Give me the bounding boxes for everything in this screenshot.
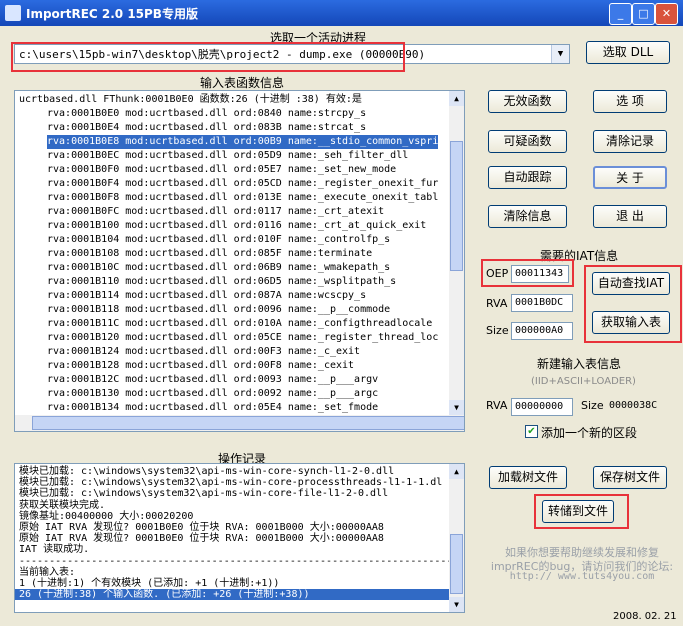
minimize-button[interactable]: _ — [609, 3, 632, 25]
tree-row[interactable]: rva:0001B114 mod:ucrtbased.dll ord:087A … — [47, 289, 366, 303]
imports-tree[interactable]: ucrtbased.dll FThunk:0001B0E0 函数数:26 (十进… — [14, 90, 465, 432]
close-button[interactable]: ✕ — [655, 3, 678, 25]
log-line: 镜像基址:00400000 大小:00020200 — [19, 510, 194, 522]
tree-row[interactable]: rva:0001B134 mod:ucrtbased.dll ord:05E4 … — [47, 401, 378, 415]
iat-group-title: 需要的IAT信息 — [540, 249, 619, 263]
log-vertical-scrollbar[interactable]: ▲ ▼ — [449, 464, 464, 612]
exit-button[interactable]: 退 出 — [593, 205, 667, 228]
suspicious-funcs-button[interactable]: 可疑函数 — [488, 130, 567, 153]
new-size-value: 0000038C — [606, 398, 666, 416]
build-date: 2008. 02. 21 — [613, 611, 677, 622]
new-imports-group-title: 新建输入表信息 — [537, 357, 622, 371]
fix-dump-button[interactable]: 转储到文件 — [542, 500, 614, 523]
log-line: 获取关联模块完成. — [19, 499, 106, 511]
tree-row[interactable]: rva:0001B128 mod:ucrtbased.dll ord:00F8 … — [47, 359, 354, 373]
invalid-funcs-button[interactable]: 无效函数 — [488, 90, 567, 113]
oep-input[interactable]: 00011343 — [511, 265, 569, 283]
tree-row[interactable]: rva:0001B100 mod:ucrtbased.dll ord:0116 … — [47, 219, 426, 233]
importrec-window: ImportREC 2.0 15PB专用版 _ □ ✕ 选取一个活动进程 c:\… — [0, 0, 683, 626]
tree-horizontal-scrollbar[interactable] — [15, 415, 464, 431]
scroll-down-icon[interactable]: ▼ — [449, 597, 464, 612]
tree-row[interactable]: rva:0001B0FC mod:ucrtbased.dll ord:0117 … — [47, 205, 384, 219]
about-button[interactable]: 关 于 — [593, 166, 667, 189]
tree-row[interactable]: rva:0001B0F8 mod:ucrtbased.dll ord:013E … — [47, 191, 438, 205]
log-line: 模块已加载: c:\windows\system32\api-ms-win-co… — [19, 477, 443, 489]
get-imports-button[interactable]: 获取输入表 — [592, 311, 670, 334]
tree-row[interactable]: rva:0001B124 mod:ucrtbased.dll ord:00F3 … — [47, 345, 360, 359]
process-select-value: c:\users\15pb-win7\desktop\脱壳\project2 -… — [19, 48, 426, 61]
iat-size-input[interactable]: 000000A0 — [511, 322, 573, 340]
process-select[interactable]: c:\users\15pb-win7\desktop\脱壳\project2 -… — [14, 44, 570, 64]
pick-dll-button[interactable]: 选取 DLL — [586, 41, 670, 64]
log-line: IAT 读取成功. — [19, 544, 90, 556]
tree-row[interactable]: rva:0001B10C mod:ucrtbased.dll ord:06B9 … — [47, 261, 390, 275]
tree-row[interactable]: rva:0001B104 mod:ucrtbased.dll ord:010F … — [47, 233, 390, 247]
tree-row[interactable]: rva:0001B110 mod:ucrtbased.dll ord:06D5 … — [47, 275, 396, 289]
iat-size-label: Size — [486, 324, 509, 337]
log-line: 原始 IAT RVA 发现位? 0001B0E0 位于块 RVA: 0001B0… — [19, 533, 384, 545]
scroll-up-icon[interactable]: ▲ — [449, 464, 464, 479]
clear-log-button[interactable]: 清除记录 — [593, 130, 667, 153]
tree-row[interactable]: rva:0001B118 mod:ucrtbased.dll ord:0096 … — [47, 303, 390, 317]
tree-row[interactable]: rva:0001B108 mod:ucrtbased.dll ord:085F … — [47, 247, 372, 261]
tree-row[interactable]: rva:0001B0E8 mod:ucrtbased.dll ord:00B9 … — [47, 135, 439, 149]
log-line: ----------------------------------------… — [19, 555, 453, 567]
auto-trace-button[interactable]: 自动跟踪 — [488, 166, 567, 189]
log-line: 模块已加载: c:\windows\system32\api-ms-win-co… — [19, 488, 389, 500]
log-line: 1 (十进制:1) 个有效模块 (已添加: +1 (十进制:+1)) — [19, 578, 280, 589]
log-line: 当前输入表: — [19, 566, 76, 578]
tree-module-node[interactable]: ucrtbased.dll FThunk:0001B0E0 函数数:26 (十进… — [19, 93, 362, 107]
imports-group-title: 输入表函数信息 — [200, 76, 285, 90]
tree-vertical-scrollbar[interactable]: ▲ ▼ — [449, 91, 464, 415]
scroll-thumb[interactable] — [450, 534, 463, 594]
maximize-button[interactable]: □ — [632, 3, 655, 25]
tree-row[interactable]: rva:0001B0F0 mod:ucrtbased.dll ord:05E7 … — [47, 163, 396, 177]
new-size-label: Size — [581, 399, 604, 412]
tree-row[interactable]: rva:0001B0F4 mod:ucrtbased.dll ord:05CD … — [47, 177, 438, 191]
scroll-thumb[interactable] — [450, 141, 463, 271]
save-tree-button[interactable]: 保存树文件 — [593, 466, 667, 489]
scroll-up-icon[interactable]: ▲ — [449, 91, 464, 106]
tree-row[interactable]: rva:0001B0E4 mod:ucrtbased.dll ord:083B … — [47, 121, 366, 135]
clear-info-button[interactable]: 清除信息 — [488, 205, 567, 228]
options-button[interactable]: 选 项 — [593, 90, 667, 113]
chevron-down-icon[interactable]: ▼ — [551, 45, 569, 63]
tree-row[interactable]: rva:0001B0E0 mod:ucrtbased.dll ord:0840 … — [47, 107, 366, 121]
tree-row[interactable]: rva:0001B0EC mod:ucrtbased.dll ord:05D9 … — [47, 149, 408, 163]
scroll-down-icon[interactable]: ▼ — [449, 400, 464, 415]
hscroll-thumb[interactable] — [32, 416, 464, 430]
tree-row[interactable]: rva:0001B120 mod:ucrtbased.dll ord:05CE … — [47, 331, 438, 345]
title-bar[interactable]: ImportREC 2.0 15PB专用版 _ □ ✕ — [0, 0, 683, 26]
window-title: ImportREC 2.0 15PB专用版 — [26, 7, 198, 21]
add-section-checkbox[interactable]: ✔ — [525, 425, 538, 438]
log-line: 原始 IAT RVA 发现位? 0001B0E0 位于块 RVA: 0001B0… — [19, 522, 384, 533]
tree-row[interactable]: rva:0001B12C mod:ucrtbased.dll ord:0093 … — [47, 373, 378, 387]
app-icon — [5, 5, 21, 21]
tree-row[interactable]: rva:0001B11C mod:ucrtbased.dll ord:010A … — [47, 317, 432, 331]
promo-url[interactable]: http:// www.tuts4you.com — [481, 571, 683, 582]
load-tree-button[interactable]: 加载树文件 — [489, 466, 567, 489]
log-line: 26 (十进制:38) 个输入函数. (已添加: +26 (十进制:+38)) — [15, 589, 451, 601]
add-section-label: 添加一个新的区段 — [541, 426, 638, 440]
new-rva-label: RVA — [486, 399, 508, 412]
log-line: 模块已加载: c:\windows\system32\api-ms-win-co… — [19, 466, 395, 477]
iat-rva-label: RVA — [486, 297, 508, 310]
auto-find-iat-button[interactable]: 自动查找IAT — [592, 272, 670, 295]
tree-row[interactable]: rva:0001B130 mod:ucrtbased.dll ord:0092 … — [47, 387, 378, 401]
new-imports-subtitle: (IID+ASCII+LOADER) — [531, 376, 636, 387]
iat-rva-input[interactable]: 0001B0DC — [511, 294, 573, 312]
log-panel[interactable]: 模块已加载: c:\windows\system32\api-ms-win-co… — [14, 463, 465, 613]
oep-label: OEP — [486, 267, 509, 280]
new-rva-input[interactable]: 00000000 — [511, 398, 573, 416]
